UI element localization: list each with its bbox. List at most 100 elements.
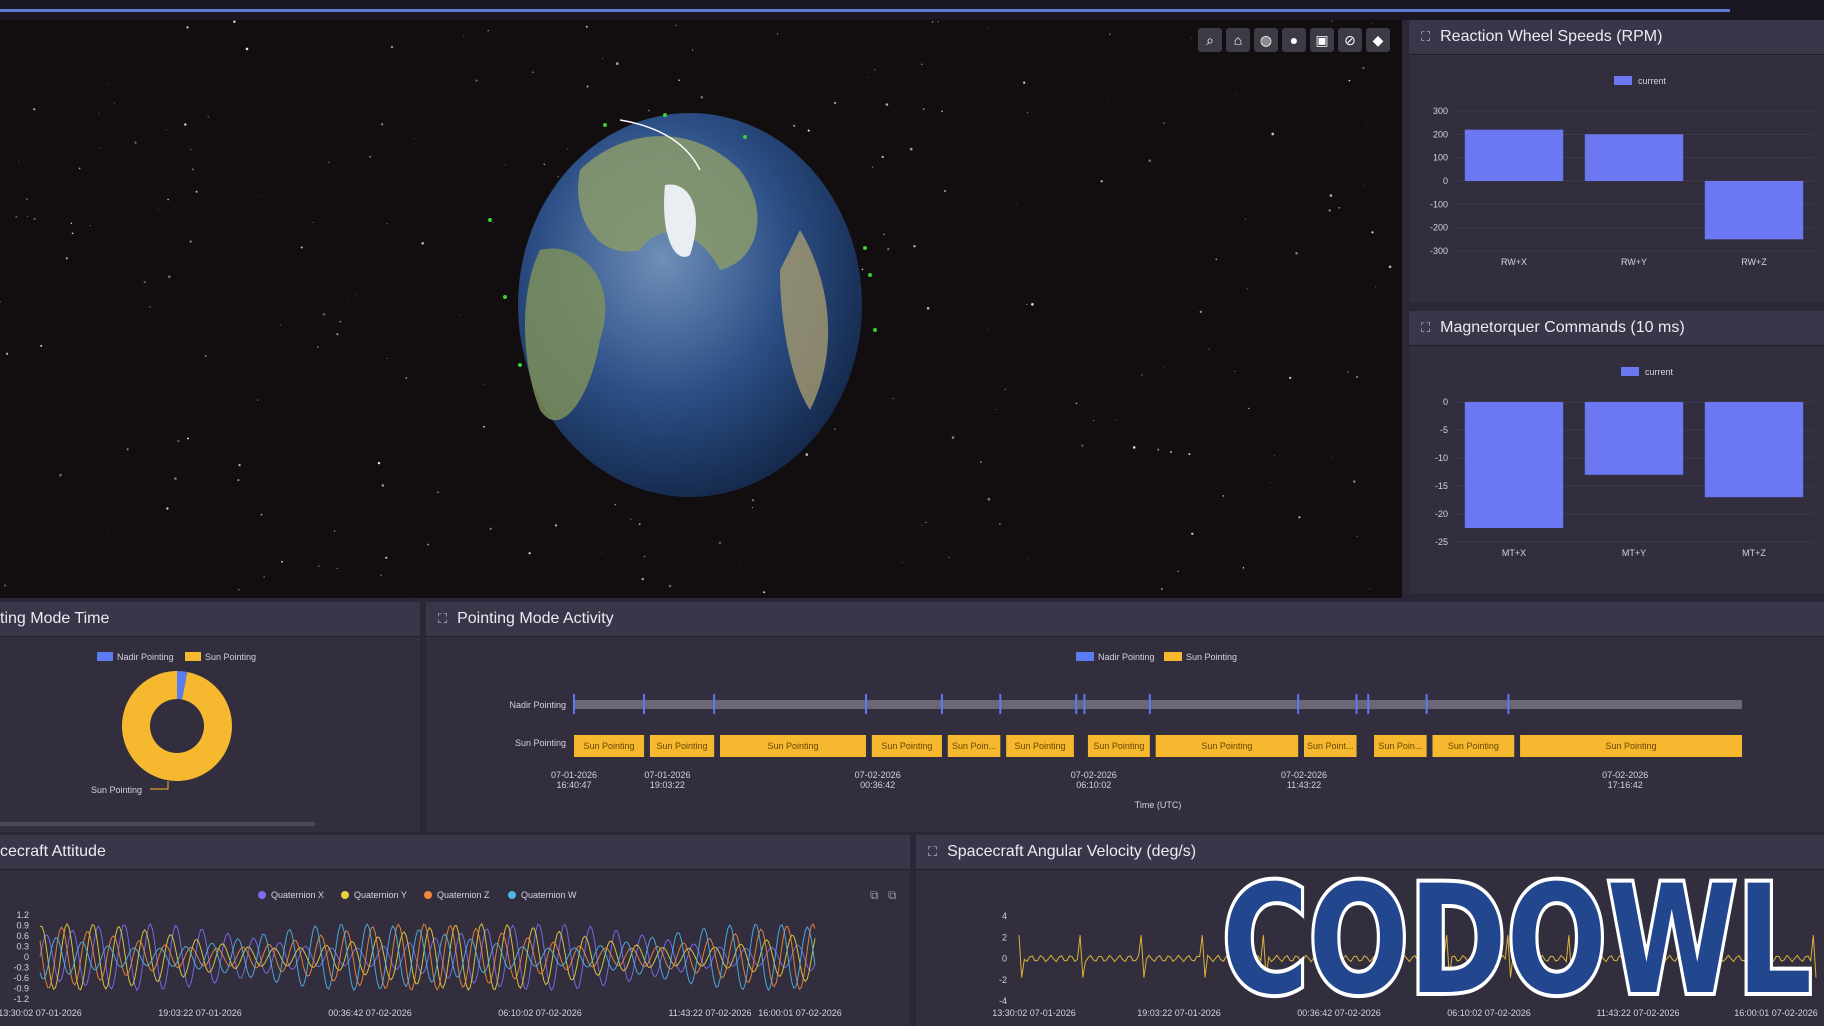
star [237,479,240,482]
star [71,232,74,235]
star [263,576,265,578]
star [948,556,950,558]
y-tick-label: -100 [1430,199,1448,209]
star [385,556,388,559]
star [174,477,177,480]
star [1362,66,1365,70]
search-icon[interactable]: ⌕ [1198,28,1222,52]
star [987,497,991,501]
legend-swatch-sun [185,652,201,661]
nadir-mark [1355,694,1358,714]
star [189,148,192,151]
settings-icon[interactable]: ◆ [1366,28,1390,52]
bar [1584,134,1684,181]
star [901,562,903,564]
star [165,129,167,131]
legend-label-sun: Sun Pointing [205,652,256,662]
star [868,77,870,78]
panel-title: Pointing Mode Activity [457,610,614,627]
star [322,313,326,316]
sun-segment-label: Sun Pointing [1448,741,1499,751]
compass-icon[interactable]: ⊘ [1338,28,1362,52]
star [855,241,856,243]
star [1124,257,1126,259]
home-icon[interactable]: ⌂ [1226,28,1250,52]
star [1270,482,1271,484]
nadir-mark [573,694,575,714]
star [483,425,486,428]
star [557,175,559,178]
star [99,147,101,149]
expand-icon[interactable]: ⛶ [1421,320,1430,336]
y-tick-label: 0.9 [16,921,29,931]
star [1115,419,1117,421]
star [675,24,677,26]
star [260,195,262,197]
star [700,96,704,99]
nadir-mark [643,694,646,714]
star [1248,407,1250,410]
globe-viewport[interactable]: ⌕ ⌂ ◍ ● ▣ ⊘ ◆ [0,20,1402,598]
star [1163,122,1165,124]
star [868,102,869,103]
star [281,560,283,563]
star [1132,446,1136,449]
star [1362,184,1364,186]
star [40,344,43,347]
star [177,439,180,443]
globe-icon[interactable]: ◍ [1254,28,1278,52]
horizontal-scrollbar[interactable] [0,822,315,826]
star [892,397,894,400]
star [316,345,319,348]
star [318,565,320,567]
attitude-chart: Quaternion X Quaternion Y Quaternion Z Quat… [0,888,897,1018]
star [33,108,36,111]
star [126,448,129,451]
expand-icon[interactable]: ⛶ [1421,29,1430,45]
x-tick-date: 07-02-2026 [1071,770,1117,780]
star [339,320,342,323]
y-tick-label: -0.9 [13,984,29,994]
star [1023,81,1026,84]
y-tick-label: 200 [1433,129,1448,139]
reaction-wheel-panel: ⛶ Reaction Wheel Speeds (RPM) current 300… [1409,20,1824,302]
legend-label: Quaternion W [521,890,577,900]
nadir-mark [999,694,1002,714]
star [59,473,62,477]
star [1372,22,1374,24]
star [751,498,755,502]
star [106,82,108,84]
star [1365,122,1367,124]
nadir-mark [940,694,943,714]
star [951,436,955,439]
help-icon[interactable]: ● [1282,28,1306,52]
expand-icon[interactable]: ⛶ [438,611,447,627]
layers-icon[interactable]: ▣ [1310,28,1334,52]
star [643,555,646,558]
x-tick-label: 11:43:22 07-02-2026 [669,1008,752,1018]
star [336,567,338,569]
x-tick-label: 00:36:42 07-02-2026 [328,1008,412,1018]
bar [1464,402,1564,528]
x-tick-date: 07-01-2026 [551,770,597,780]
star [345,455,347,457]
x-tick-date: 07-01-2026 [644,770,690,780]
star [615,62,619,65]
star [586,85,589,88]
star [1369,588,1371,590]
star [807,129,810,132]
star [390,45,394,49]
y-tick-label: 100 [1433,153,1448,163]
nadir-mark [1083,694,1086,714]
star [543,163,545,165]
expand-icon[interactable]: ⛶ [928,844,937,860]
nadir-mark [865,694,867,714]
y-tick-label: 0.6 [16,931,29,941]
codowl-watermark-logo: CODOWL [1218,862,1816,1012]
star [483,384,485,385]
panel-header: ⛶ Pointing Mode Activity [426,602,1824,637]
sun-segment-label: Sun Pointing [767,741,818,751]
x-tick-label: 16:00:01 07-02-2026 [758,1008,842,1018]
legend-swatch-sun [1164,652,1182,661]
legend-swatch [1614,76,1632,85]
